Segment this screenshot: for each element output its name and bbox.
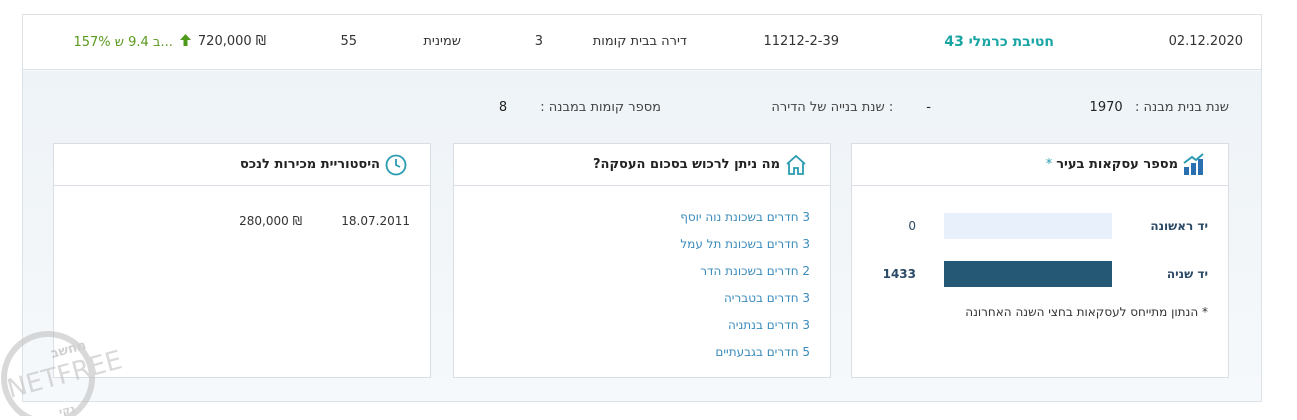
building-floors-value: 8 [498,100,508,115]
apartment-year: שנת בנייה של הדירה : - [771,100,931,115]
home-icon [784,153,808,177]
property-frame: 02.12.2020 חטיבת כרמלי 43 11212-2-39 דיר… [22,14,1262,402]
clock-icon [384,153,408,177]
history-date: 18.07.2011 [341,214,410,228]
watermark-bottom-text: נקי [57,402,76,416]
building-year: שנת בנית מבנה : 1970 [1090,100,1229,115]
area-value: 55 [340,34,357,49]
bar-category-label: יד שניה [1166,267,1208,281]
gush-helka: 11212-2-39 [763,34,839,49]
apartment-year-value: - [926,100,931,115]
floor-value: שמינית [423,34,461,49]
building-floors-label: מספר קומות במבנה : [540,100,661,115]
rooms-count: 3 [534,34,543,49]
building-floors: מספר קומות במבנה : 8 [499,100,661,115]
buy-card-header: מה ניתן לרכוש בסכום העסקה? [454,144,830,186]
transactions-note: * הנתון מתייחס לעסקאות בחצי השנה האחרונה [965,305,1208,319]
apartment-year-label: שנת בנייה של הדירה : [771,100,894,115]
netfree-watermark: מחשב NETFREE נקי [0,320,140,420]
buy-option-link[interactable]: 3 חדרים בשכונת תל עמל [680,237,810,264]
buy-card: מה ניתן לרכוש בסכום העסקה? 3 חדרים בשכונ… [453,143,831,378]
transactions-card: מספר עסקאות בעיר* יד ראשונה 0 יד שניה 1433 … [851,143,1229,378]
buy-options-list: 3 חדרים בשכונת נוה יוסף 3 חדרים בשכונת ת… [680,210,810,372]
buy-option-link[interactable]: 3 חדרים בטבריה [680,291,810,318]
buy-option-link[interactable]: 3 חדרים בשכונת נוה יוסף [680,210,810,237]
footnote-star: * [1045,157,1053,172]
property-type: דירה בבית קומות [592,34,687,49]
buy-option-link[interactable]: 3 חדרים בנתניה [680,318,810,345]
buy-card-title: מה ניתן לרכוש בסכום העסקה? [593,157,780,172]
bar-value-label: 1433 [882,267,916,281]
bar-category-label: יד ראשונה [1150,219,1208,233]
arrow-up-icon [180,34,191,50]
chart-bar [944,213,1112,239]
transaction-row[interactable]: 02.12.2020 חטיבת כרמלי 43 11212-2-39 דיר… [23,15,1261,70]
history-card-title: היסטוריית מכירות לנכס [239,157,380,172]
history-card-header: היסטוריית מכירות לנכס [54,144,430,186]
price-change-text: 157% ב 9.4 ש... [73,35,173,50]
buy-option-link[interactable]: 5 חדרים בגבעתיים [680,345,810,372]
transactions-card-title: מספר עסקאות בעיר* [1046,157,1178,172]
transactions-title-text: מספר עסקאות בעיר [1056,157,1178,172]
history-price: 280,000 ₪ [239,214,302,228]
bar-chart-icon [1182,153,1206,177]
building-year-value: 1970 [1089,100,1123,115]
price-change[interactable]: 157% ב 9.4 ש... [73,34,191,50]
building-year-label: שנת בנית מבנה : [1135,100,1229,115]
neighborhood-link[interactable]: חטיבת כרמלי 43 [944,34,1054,50]
transactions-card-header: מספר עסקאות בעיר* [852,144,1228,186]
chart-bar [944,261,1112,287]
buy-option-link[interactable]: 2 חדרים בשכונת הדר [680,264,810,291]
transaction-date: 02.12.2020 [1168,34,1243,49]
price-value: 720,000 ₪ [197,34,266,49]
bar-value-label: 0 [908,219,916,233]
